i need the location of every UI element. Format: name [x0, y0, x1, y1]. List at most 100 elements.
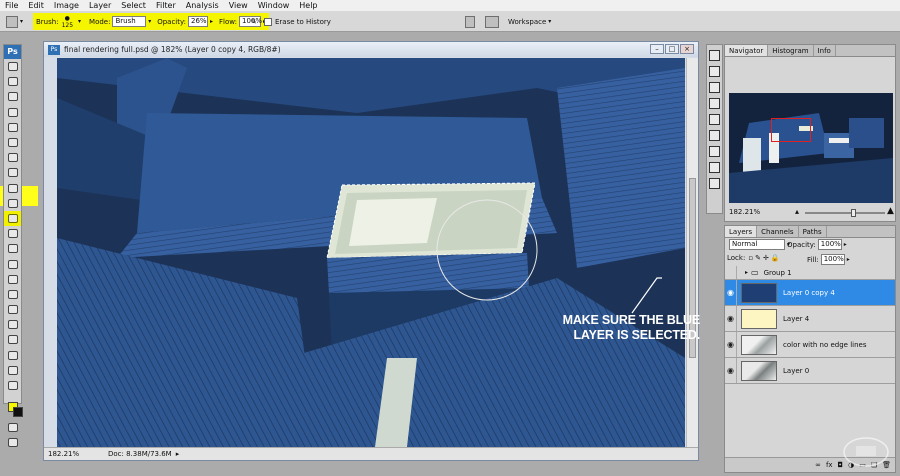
move-tool-icon[interactable] [4, 59, 21, 74]
menu-file[interactable]: File [0, 0, 23, 11]
zoom-slider-knob[interactable] [851, 209, 856, 217]
lock-icons[interactable]: ▫✎✛🔒 [748, 254, 781, 262]
mode-dropdown-icon[interactable]: ▾ [148, 18, 151, 25]
character-panel-icon[interactable] [709, 146, 720, 157]
zoom-tool-icon[interactable] [4, 378, 21, 393]
clone-source-panel-icon[interactable] [709, 130, 720, 141]
pen-tool-icon[interactable] [4, 272, 21, 287]
image-canvas[interactable] [57, 58, 685, 447]
zoom-status[interactable]: 182.21% [48, 450, 88, 458]
brushes-panel-icon[interactable] [709, 98, 720, 109]
navigator-panel: Navigator Histogram Info 182.21% ▴ ▲ [724, 44, 896, 222]
eye-icon[interactable] [725, 266, 737, 279]
dodge-tool-icon[interactable] [4, 256, 21, 271]
document-title-bar[interactable]: Ps final rendering full.psd @ 182% (Laye… [44, 42, 698, 57]
navigator-view-box[interactable] [771, 118, 811, 142]
quick-mask-icon[interactable] [4, 420, 21, 435]
layer-row[interactable]: ◉ color with no edge lines [725, 332, 895, 358]
tool-presets-panel-icon[interactable] [709, 114, 720, 125]
screen-mode-icon[interactable] [4, 435, 21, 450]
zoom-in-icon[interactable]: ▲ [887, 206, 894, 216]
menu-layer[interactable]: Layer [84, 0, 116, 11]
3d-orbit-tool-icon[interactable] [4, 348, 21, 363]
doc-size-status[interactable]: Doc: 8.38M/73.6M [108, 450, 172, 458]
status-menu-icon[interactable]: ▸ [176, 450, 180, 458]
eye-icon[interactable]: ◉ [725, 280, 737, 305]
menu-window[interactable]: Window [253, 0, 295, 11]
link-icon[interactable]: ∞ [815, 461, 821, 469]
tab-histogram[interactable]: Histogram [768, 45, 814, 56]
brush-dropdown-icon[interactable]: ▾ [78, 18, 81, 25]
navigator-tabs: Navigator Histogram Info [725, 45, 895, 57]
fill-field[interactable]: 100% [820, 254, 845, 265]
fx-icon[interactable]: fx [826, 461, 833, 469]
navigator-thumbnail[interactable] [729, 93, 893, 203]
path-selection-tool-icon[interactable] [4, 302, 21, 317]
lasso-tool-icon[interactable] [4, 89, 21, 104]
brush-picker[interactable]: ● 125 [62, 15, 73, 29]
close-button[interactable]: × [680, 44, 694, 54]
vertical-scrollbar[interactable] [686, 58, 698, 447]
layer-group-row[interactable]: ▸ ▭ Group 1 [725, 266, 895, 280]
workspace-icon[interactable] [485, 14, 499, 29]
tab-layers[interactable]: Layers [725, 226, 758, 237]
notes-panel-icon[interactable] [709, 178, 720, 189]
blend-mode-select[interactable]: Normal ▾ [727, 239, 790, 250]
gradient-tool-icon[interactable] [4, 226, 21, 241]
layer-row[interactable]: ◉ Layer 0 copy 4 [725, 280, 895, 306]
navigator-zoom-value[interactable]: 182.21% [729, 208, 760, 216]
zoom-out-icon[interactable]: ▴ [795, 207, 799, 216]
layer-row[interactable]: ◉ Layer 0 [725, 358, 895, 384]
background-color-swatch[interactable] [13, 407, 23, 417]
type-tool-icon[interactable] [4, 287, 21, 302]
menu-analysis[interactable]: Analysis [181, 0, 224, 11]
eyedropper-tool-icon[interactable] [4, 135, 21, 150]
marquee-tool-icon[interactable] [4, 74, 21, 89]
menu-select[interactable]: Select [116, 0, 151, 11]
fill-slider-icon[interactable]: ▸ [847, 256, 850, 263]
airbrush-icon[interactable]: ✎ [251, 14, 257, 29]
tab-info[interactable]: Info [814, 45, 836, 56]
palette-well-icon[interactable] [465, 14, 475, 29]
layer-row[interactable]: ◉ Layer 4 [725, 306, 895, 332]
clone-stamp-tool-icon[interactable] [4, 181, 21, 196]
blur-tool-icon[interactable] [4, 241, 21, 256]
navigator-zoom-slider[interactable] [805, 209, 885, 217]
eye-icon[interactable]: ◉ [725, 306, 737, 331]
mode-select[interactable]: Brush [112, 16, 147, 27]
tab-paths[interactable]: Paths [799, 226, 827, 237]
tab-navigator[interactable]: Navigator [725, 45, 769, 56]
minimize-button[interactable]: – [650, 44, 664, 54]
eraser-tool-icon[interactable] [4, 210, 21, 227]
eye-icon[interactable]: ◉ [725, 358, 737, 383]
expand-triangle-icon[interactable]: ▸ [745, 269, 748, 276]
opacity-field[interactable]: 26% [188, 16, 208, 27]
tab-channels[interactable]: Channels [757, 226, 799, 237]
menu-image[interactable]: Image [49, 0, 84, 11]
flow-field[interactable]: 100% [238, 16, 262, 27]
layer-opacity-field[interactable]: 100% [817, 239, 842, 250]
quick-select-tool-icon[interactable] [4, 105, 21, 120]
eraser-tool-preset-icon[interactable]: ▾ [6, 14, 23, 29]
history-brush-tool-icon[interactable] [4, 196, 21, 211]
healing-brush-tool-icon[interactable] [4, 150, 21, 165]
3d-rotate-tool-icon[interactable] [4, 332, 21, 347]
shape-tool-icon[interactable] [4, 317, 21, 332]
swatches-panel-icon[interactable] [709, 82, 720, 93]
menu-filter[interactable]: Filter [151, 0, 181, 11]
paragraph-panel-icon[interactable] [709, 162, 720, 173]
actions-panel-icon[interactable] [709, 66, 720, 77]
history-panel-icon[interactable] [709, 50, 720, 61]
eye-icon[interactable]: ◉ [725, 332, 737, 357]
opacity-slider-icon[interactable]: ▸ [210, 18, 213, 25]
crop-tool-icon[interactable] [4, 120, 21, 135]
workspace-button[interactable]: Workspace ▾ [508, 14, 551, 29]
brush-tool-icon[interactable] [4, 165, 21, 180]
menu-view[interactable]: View [224, 0, 253, 11]
menu-edit[interactable]: Edit [23, 0, 49, 11]
layer-opacity-slider-icon[interactable]: ▸ [844, 241, 847, 248]
menu-help[interactable]: Help [294, 0, 322, 11]
hand-tool-icon[interactable] [4, 363, 21, 378]
maximize-button[interactable]: □ [665, 44, 679, 54]
erase-to-history-checkbox[interactable]: Erase to History [264, 14, 331, 29]
